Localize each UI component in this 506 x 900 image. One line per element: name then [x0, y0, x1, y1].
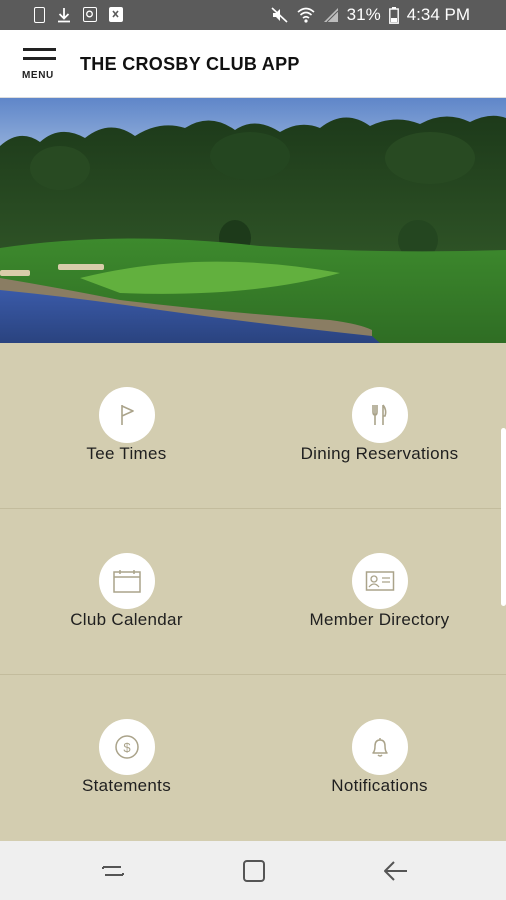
image-icon: [83, 7, 97, 22]
grid-row: Club Calendar Member Directory: [0, 509, 506, 675]
recents-icon: [102, 866, 124, 876]
battery-icon: [388, 6, 399, 24]
download-icon: [57, 7, 71, 28]
app-title: THE CROSBY CLUB APP: [80, 54, 300, 74]
tee-times-tile[interactable]: Tee Times: [0, 343, 253, 509]
svg-text:$: $: [123, 740, 131, 755]
app-icon: [109, 7, 123, 22]
dining-reservations-tile[interactable]: Dining Reservations: [253, 343, 506, 509]
utensils-icon: [351, 387, 408, 443]
hamburger-line: [23, 57, 56, 60]
hamburger-icon: [23, 48, 56, 51]
flag-icon: [98, 387, 155, 443]
tile-label: Member Directory: [309, 610, 450, 629]
clock: 4:34 PM: [406, 5, 470, 24]
feature-grid: Tee Times Dining Reservations Club Calen…: [0, 343, 506, 841]
back-button[interactable]: [380, 857, 412, 885]
bell-icon: [351, 719, 408, 775]
club-calendar-tile[interactable]: Club Calendar: [0, 509, 253, 675]
battery-percent: 31%: [346, 5, 381, 24]
member-directory-tile[interactable]: Member Directory: [253, 509, 506, 675]
id-card-icon: [351, 553, 408, 609]
calendar-icon: [98, 553, 155, 609]
dollar-icon: $: [98, 719, 155, 775]
app-header: MENU THE CROSBY CLUB APP: [0, 30, 506, 98]
scrollbar[interactable]: [501, 428, 506, 606]
home-button[interactable]: [238, 857, 270, 885]
tile-label: Tee Times: [86, 444, 167, 463]
menu-label: MENU: [22, 70, 54, 81]
signal-icon: [323, 7, 339, 23]
system-navigation-bar: [0, 841, 506, 900]
status-bar: 31% 4:34 PM: [0, 0, 506, 30]
tile-label: Notifications: [331, 776, 428, 795]
notification-icons: [34, 7, 123, 28]
golf-course-image: [0, 98, 506, 343]
tile-label: Dining Reservations: [300, 444, 459, 463]
system-icons: 31% 4:34 PM: [271, 5, 470, 25]
tile-label: Statements: [82, 776, 171, 795]
tile-label: Club Calendar: [70, 610, 183, 629]
grid-row: $ Statements Notifications: [0, 675, 506, 841]
statements-tile[interactable]: $ Statements: [0, 675, 253, 841]
recents-button[interactable]: [97, 857, 129, 885]
wifi-icon: [297, 7, 315, 23]
menu-button[interactable]: MENU: [22, 48, 58, 82]
home-icon: [243, 860, 265, 882]
mute-icon: [271, 7, 289, 23]
notifications-tile[interactable]: Notifications: [253, 675, 506, 841]
back-arrow-icon: [384, 861, 407, 881]
grid-row: Tee Times Dining Reservations: [0, 343, 506, 509]
phone-icon: [34, 7, 45, 23]
